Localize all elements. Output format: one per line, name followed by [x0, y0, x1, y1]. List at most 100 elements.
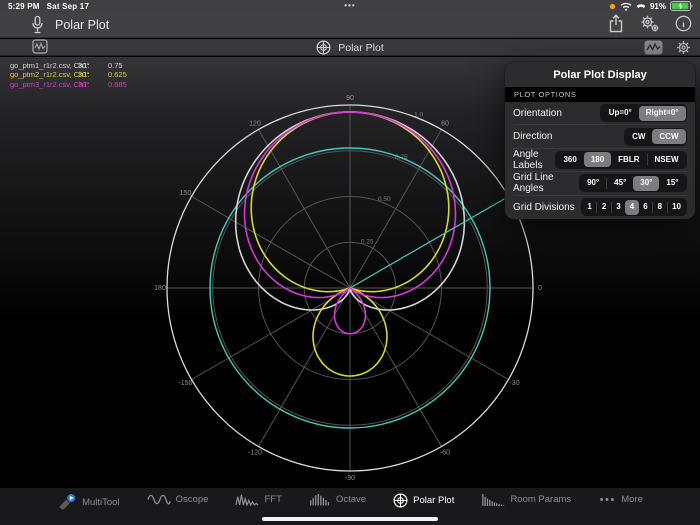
tab-item-fft[interactable]: FFT: [235, 493, 281, 506]
battery-percent: 91%: [650, 2, 666, 11]
home-indicator[interactable]: [262, 517, 438, 521]
segment-option[interactable]: 45°: [607, 176, 633, 191]
legend-value: 0.625: [108, 70, 127, 79]
popover-row: Orientation Up=0°Right=0°: [513, 102, 687, 125]
legend-row: go_ptm1_r1r2.csv, Ch1:30°0.75: [10, 61, 127, 70]
segmented-control: Up=0°Right=0°: [600, 104, 687, 122]
popover-row: Grid Divisions 12346810: [513, 196, 687, 219]
segment-option[interactable]: 180: [584, 152, 611, 167]
option-label: Orientation: [513, 108, 562, 119]
gears-icon: [639, 14, 660, 33]
legend-angle: 30°: [78, 70, 108, 79]
gear-icon: [675, 39, 692, 56]
segment-option[interactable]: 30°: [633, 176, 659, 191]
multitasking-dots: •••: [0, 1, 700, 10]
segment-option[interactable]: Right=0°: [639, 106, 686, 121]
segmented-control: 90°45°30°15°: [579, 174, 687, 192]
angle-label: 0: [538, 285, 542, 292]
segment-option[interactable]: 3: [612, 200, 625, 215]
angle-label: 120: [249, 120, 261, 127]
segment-option[interactable]: FBLR: [611, 152, 646, 167]
angle-label: -150: [178, 380, 192, 387]
tab-item-more[interactable]: More: [598, 493, 643, 506]
legend-value: 0.685: [108, 80, 127, 89]
microphone-icon[interactable]: [30, 15, 45, 35]
segment-option[interactable]: CW: [625, 129, 652, 144]
option-label: Direction: [513, 131, 552, 142]
segmented-control: 360180FBLRNSEW: [555, 151, 687, 169]
share-button[interactable]: [608, 14, 624, 33]
polar-plot-glyph-icon: [316, 40, 331, 55]
angle-label: -30: [509, 380, 519, 387]
segment-option[interactable]: Up=0°: [602, 106, 639, 121]
segment-option[interactable]: 8: [653, 200, 666, 215]
angle-label: -60: [440, 450, 450, 457]
popover-row: Angle Labels360180FBLRNSEW: [513, 149, 687, 172]
radial-tick-label: 0.25: [361, 239, 374, 246]
tab-item-oscope[interactable]: Oscope: [147, 493, 209, 506]
segment-option[interactable]: 6: [639, 200, 652, 215]
legend-name: go_ptm2_r1r2.csv, Ch1:: [10, 70, 78, 79]
segment-option[interactable]: 15°: [659, 176, 685, 191]
tab-item-multitool[interactable]: MultiTool: [57, 493, 120, 511]
battery-icon: [670, 1, 694, 11]
angle-label: 90: [346, 95, 354, 102]
option-label: Angle Labels: [513, 149, 555, 171]
legend-name: go_ptm3_r1r2.csv, Ch1:: [10, 80, 78, 89]
tab-label: More: [621, 494, 643, 505]
info-button[interactable]: [675, 15, 692, 32]
chart-legend: go_ptm1_r1r2.csv, Ch1:30°0.75go_ptm2_r1r…: [10, 61, 127, 89]
radial-tick-label: 1.0: [414, 111, 423, 118]
info-icon: [675, 15, 692, 32]
settings-gears-button[interactable]: [639, 14, 660, 33]
nav-bar: Polar Plot: [0, 12, 700, 38]
segment-option[interactable]: 1: [583, 200, 596, 215]
legend-row: go_ptm3_r1r2.csv, Ch1:30°0.685: [10, 80, 127, 89]
angle-label: -120: [248, 450, 262, 457]
segment-option[interactable]: 2: [597, 200, 610, 215]
plot-display-button[interactable]: [644, 40, 663, 55]
segment-option[interactable]: NSEW: [648, 152, 686, 167]
segment-option[interactable]: 360: [556, 152, 583, 167]
segment-option[interactable]: 90°: [580, 176, 606, 191]
octave-bars-icon: [309, 493, 331, 506]
legend-angle: 30°: [78, 80, 108, 89]
radial-tick-label: 0.50: [378, 196, 391, 203]
spectrum-icon: [235, 493, 259, 506]
mic-in-use-indicator-icon: [609, 3, 616, 10]
option-label: Grid Divisions: [513, 202, 575, 213]
tab-item-octave[interactable]: Octave: [309, 493, 366, 506]
popover-section-header: PLOT OPTIONS: [505, 87, 695, 102]
share-icon: [608, 14, 624, 33]
popover-row: Direction CWCCW: [513, 125, 687, 148]
legend-name: go_ptm1_r1r2.csv, Ch1:: [10, 61, 78, 70]
wifi-icon: [620, 2, 632, 11]
tab-label: FFT: [264, 494, 281, 505]
legend-angle: 30°: [78, 61, 108, 70]
sine-wave-icon: [147, 493, 171, 506]
ellipsis-icon: [598, 493, 616, 506]
multitool-icon: [57, 493, 77, 511]
decay-icon: [481, 493, 505, 506]
segment-option[interactable]: CCW: [652, 129, 685, 144]
legend-row: go_ptm2_r1r2.csv, Ch1:30°0.625: [10, 70, 127, 79]
page-title: Polar Plot: [55, 18, 109, 32]
tab-item-polar-plot[interactable]: Polar Plot: [393, 493, 454, 508]
polar-plot-display-popover: Polar Plot Display PLOT OPTIONS Orientat…: [505, 62, 695, 219]
angle-label: 60: [441, 120, 449, 127]
chart-box-icon: [644, 40, 663, 55]
tab-label: Oscope: [176, 494, 209, 505]
app-root: 5:29 PMSat Sep 17 ••• 91%: [0, 0, 700, 525]
status-bar: 5:29 PMSat Sep 17 ••• 91%: [0, 0, 700, 12]
plot-toolbar-title: Polar Plot: [338, 42, 384, 54]
tab-item-room-params[interactable]: Room Params: [481, 493, 571, 506]
tab-label: Octave: [336, 494, 366, 505]
plot-settings-gear-button[interactable]: [675, 39, 692, 56]
option-label: Grid Line Angles: [513, 172, 579, 194]
tab-label: MultiTool: [82, 497, 120, 508]
segment-option[interactable]: 10: [668, 200, 686, 215]
angle-label: -90: [345, 475, 355, 482]
plot-area[interactable]: 0.250.500.751.00306090120150180-150-120-…: [0, 57, 700, 487]
segment-option[interactable]: 4: [625, 200, 638, 215]
status-icons: 91%: [609, 1, 694, 11]
